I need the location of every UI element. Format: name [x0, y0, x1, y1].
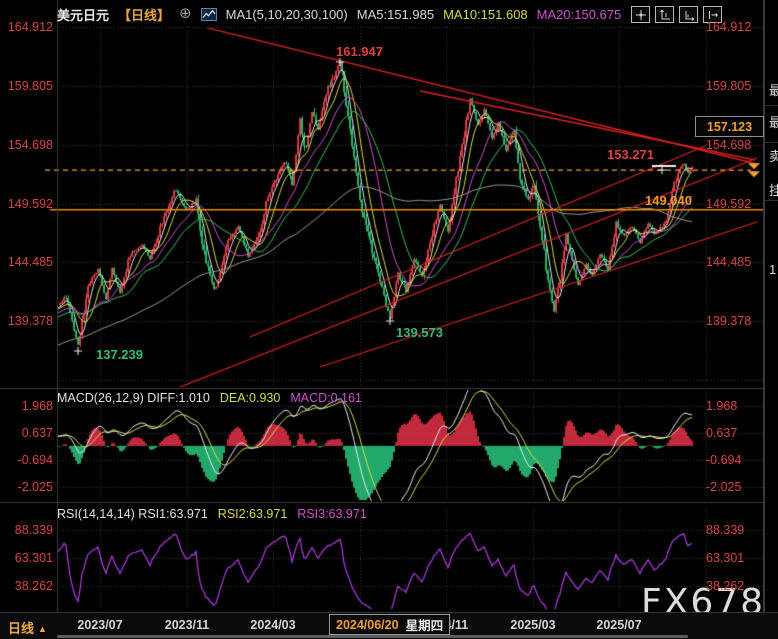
selected-weekday: 星期四 — [405, 619, 444, 633]
macd-macd-value: MACD:0.161 — [290, 391, 362, 405]
crosshair-icon[interactable] — [631, 6, 650, 23]
quote-panel-text: 卖 — [769, 149, 778, 164]
main-axis-left-label: 144.485 — [7, 255, 53, 269]
chart-type-icon[interactable] — [200, 7, 217, 21]
main-axis-left-label: 149.592 — [7, 197, 53, 211]
ma10-value: MA10:151.608 — [443, 6, 528, 22]
time-axis-label: 2023/07 — [77, 618, 123, 632]
peak-price-annotation: 161.947 — [336, 44, 383, 59]
main-axis-right-label: 144.485 — [706, 255, 752, 269]
main-axis-right-label: 149.592 — [706, 197, 752, 211]
resistance-annotation: 153.271 — [607, 147, 654, 162]
quote-panel-text: 1 — [769, 262, 777, 277]
macd-axis-left-label: 0.637 — [21, 426, 53, 440]
rsi-axis-left-label: 63.301 — [14, 551, 53, 565]
rsi-legend: RSI(14,14,14) RSI1:63.971 RSI2:63.971 RS… — [57, 507, 367, 521]
time-axis-label: 2025/07 — [596, 618, 642, 632]
symbol-title: 美元日元 — [57, 7, 110, 23]
fit-y-axis-icon[interactable] — [655, 6, 674, 23]
ma5-value: MA5:151.985 — [356, 6, 435, 22]
macd-axis-right-label: -0.694 — [706, 453, 742, 467]
macd-title: MACD(26,12,9) DIFF:1.010 — [57, 391, 210, 405]
main-axis-right-label: 164.912 — [706, 20, 752, 34]
main-axis-left-label: 139.378 — [7, 314, 53, 328]
macd-axis-right-label: -2.025 — [706, 480, 742, 494]
time-axis-label: 2023/11 — [164, 618, 210, 632]
rsi-axis-right-label: 63.301 — [706, 551, 745, 565]
main-axis-left-label: 164.912 — [7, 20, 53, 34]
time-axis: 日线▲ 2023/07 2023/11 2024/03 2024/11 2025… — [0, 612, 778, 639]
quote-panel-text: 最 — [769, 83, 778, 98]
ma-settings-label: MA1(5,10,20,30,100) — [225, 6, 348, 22]
rsi-axis-right-label: 88.339 — [706, 523, 745, 537]
fit-x-axis-icon[interactable] — [679, 6, 698, 23]
rsi2-value: RSI2:63.971 — [217, 507, 288, 521]
macd-axis-left-label: 1.968 — [21, 399, 53, 413]
macd-axis-right-label: 0.637 — [706, 426, 738, 440]
time-axis-label: 2024/03 — [250, 618, 296, 632]
selected-date-tooltip: 2024/06/20 星期四 — [329, 614, 451, 635]
rsi-axis-left-label: 38.262 — [14, 579, 53, 593]
time-axis-label: 2025/03 — [510, 618, 556, 632]
main-axis-left-label: 154.698 — [7, 138, 53, 152]
rsi-title: RSI(14,14,14) RSI1:63.971 — [57, 507, 208, 521]
main-axis-left-label: 159.805 — [7, 79, 53, 93]
rsi-axis-left-label: 88.339 — [14, 523, 53, 537]
horizontal-scrollbar[interactable] — [57, 635, 688, 638]
price-alert-tag[interactable]: 157.123 — [695, 116, 764, 137]
mid-low-annotation: 139.573 — [396, 325, 443, 340]
right-quote-panel-edge: 最 最 卖 挂 1 — [764, 0, 778, 612]
macd-axis-left-label: -0.694 — [17, 453, 53, 467]
main-axis-right-label: 139.378 — [706, 314, 752, 328]
quote-panel-text: 挂 — [769, 183, 778, 198]
ma20-value: MA20:150.675 — [536, 6, 622, 22]
quote-panel-text: 最 — [769, 115, 778, 130]
left-low-annotation: 137.239 — [96, 347, 143, 362]
macd-dea-value: DEA:0.930 — [219, 391, 281, 405]
add-indicator-icon[interactable]: ⊕ — [179, 6, 192, 21]
main-axis-right-label: 154.698 — [706, 138, 752, 152]
triangle-up-icon: ▲ — [38, 624, 47, 634]
chart-application: 美元日元 【日线】 ⊕ MA1(5,10,20,30,100) MA5:151.… — [0, 0, 778, 639]
selected-date: 2024/06/20 — [336, 617, 399, 632]
macd-axis-left-label: -2.025 — [17, 480, 53, 494]
rsi-axis-right-label: 38.262 — [706, 579, 745, 593]
macd-axis-right-label: 1.968 — [706, 399, 738, 413]
timeframe-selector[interactable]: 日线 ▲ — [8, 618, 47, 637]
chart-header: 美元日元 【日线】 ⊕ MA1(5,10,20,30,100) MA5:151.… — [57, 5, 621, 23]
rsi3-value: RSI3:63.971 — [297, 507, 367, 521]
macd-legend: MACD(26,12,9) DIFF:1.010 DEA:0.930 MACD:… — [57, 391, 362, 405]
current-price-annotation: 149.040 — [645, 193, 692, 208]
period-label[interactable]: 【日线】 — [118, 5, 170, 24]
main-axis-right-label: 159.805 — [706, 79, 752, 93]
